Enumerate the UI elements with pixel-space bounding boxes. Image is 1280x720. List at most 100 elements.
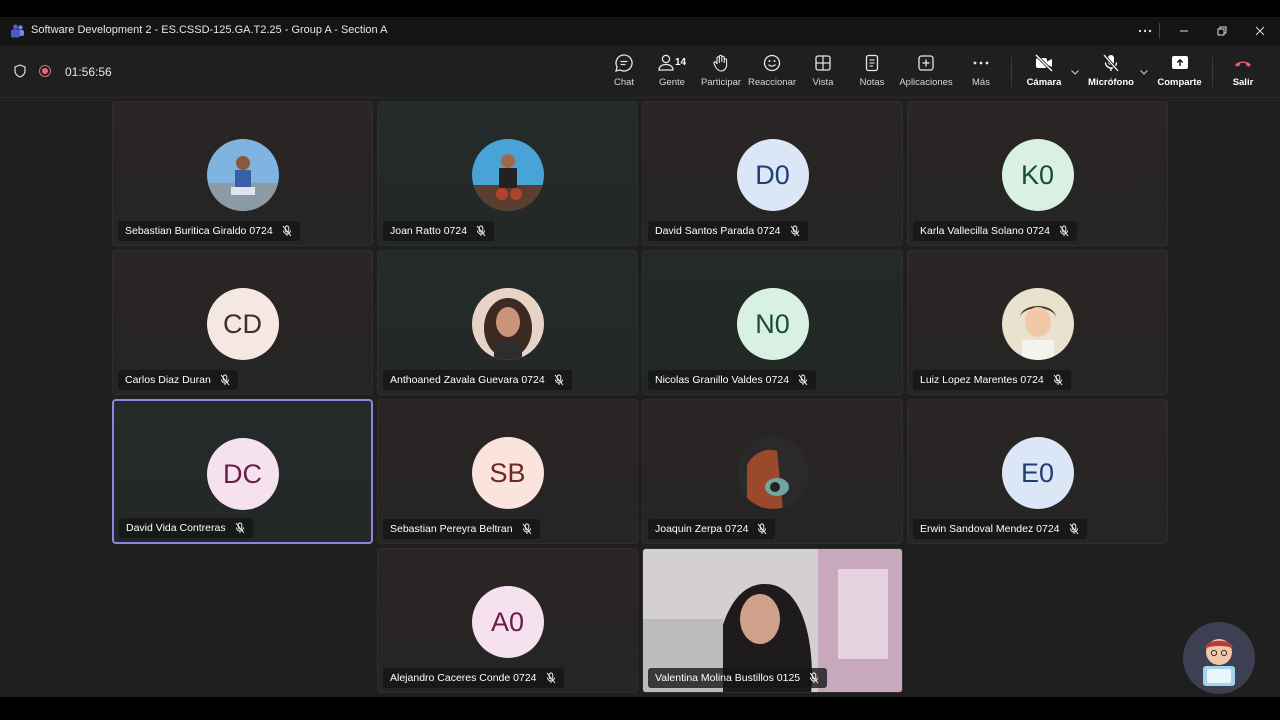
participant-tile[interactable]: Anthoaned Zavala Guevara 0724 (377, 250, 638, 395)
chat-icon (615, 54, 633, 72)
participant-name: Sebastian Buritica Giraldo 0724 (125, 225, 273, 237)
participant-name: Carlos Diaz Duran (125, 374, 211, 386)
add-app-icon (918, 55, 934, 71)
participant-name-tag: Luiz Lopez Marentes 0724 (913, 370, 1071, 390)
window-title: Software Development 2 - ES.CSSD-125.GA.… (31, 24, 388, 36)
participant-name-tag: Joaquin Zerpa 0724 (648, 519, 776, 539)
participant-avatar (736, 437, 809, 509)
chat-button[interactable]: Chat (609, 53, 639, 93)
participant-tile[interactable]: DC David Vida Contreras (112, 399, 373, 544)
participant-name-tag: Erwin Sandoval Mendez 0724 (913, 519, 1087, 539)
leave-label: Salir (1232, 77, 1254, 88)
participant-avatar (471, 288, 544, 360)
participant-name-tag: Anthoaned Zavala Guevara 0724 (383, 370, 572, 390)
share-screen-icon (1171, 56, 1188, 69)
teams-icon (11, 24, 24, 38)
participant-name-tag: David Vida Contreras (119, 518, 253, 538)
titlebar-divider (1159, 23, 1160, 39)
participant-name: Joaquin Zerpa 0724 (655, 523, 749, 535)
participant-tile[interactable]: CD Carlos Diaz Duran (112, 250, 373, 395)
meeting-toolbar: 01:56:56 Chat 14 Gente Participar Reacci… (0, 45, 1280, 98)
participant-name: Erwin Sandoval Mendez 0724 (920, 523, 1060, 535)
mic-label: Micrófono (1088, 77, 1134, 88)
toolbar-divider (1011, 57, 1012, 87)
raise-hand-button[interactable]: Participar (700, 53, 742, 93)
screen-top-border (0, 0, 1280, 17)
mic-muted-icon (798, 374, 808, 386)
view-label: Vista (812, 77, 834, 88)
share-button[interactable]: Comparte (1157, 53, 1202, 93)
mic-muted-icon (282, 225, 292, 237)
shield-icon (14, 64, 26, 78)
grid-icon (815, 55, 831, 71)
self-view-avatar[interactable] (1183, 622, 1255, 694)
apps-label: Aplicaciones (899, 77, 953, 88)
screen-bottom-border (0, 697, 1280, 720)
participant-avatar: A0 (471, 586, 544, 658)
participant-name-tag: Carlos Diaz Duran (118, 370, 238, 390)
close-icon[interactable] (1245, 21, 1275, 41)
hang-up-icon (1235, 61, 1251, 67)
restore-icon[interactable] (1207, 21, 1237, 41)
camera-button[interactable]: Cámara (1026, 53, 1062, 93)
participant-tile[interactable]: Luiz Lopez Marentes 0724 (907, 250, 1168, 395)
participant-tile[interactable]: Valentina Molina Bustillos 0125 (642, 548, 903, 693)
participant-name-tag: Nicolas Granillo Valdes 0724 (648, 370, 817, 390)
participant-tile[interactable]: N0 Nicolas Granillo Valdes 0724 (642, 250, 903, 395)
camera-options-chevron-icon[interactable] (1070, 67, 1080, 77)
share-label: Comparte (1157, 77, 1202, 88)
people-button[interactable]: 14 Gente (654, 53, 690, 93)
mic-muted-icon (522, 523, 531, 535)
mic-muted-icon (546, 672, 555, 684)
more-label: Más (972, 77, 990, 88)
mic-muted-icon (758, 523, 767, 535)
chat-label: Chat (613, 77, 635, 88)
minimize-icon[interactable] (1169, 21, 1199, 41)
participant-name-tag: Karla Vallecilla Solano 0724 (913, 221, 1077, 241)
participant-avatar: DC (206, 438, 279, 510)
more-button[interactable]: Más (966, 53, 996, 93)
participant-tile[interactable]: Sebastian Buritica Giraldo 0724 (112, 101, 373, 246)
notes-button[interactable]: Notas (857, 53, 887, 93)
participant-name: Valentina Molina Bustillos 0125 (655, 672, 801, 684)
participant-avatar: K0 (1001, 139, 1074, 211)
ellipsis-icon (973, 61, 989, 65)
mic-off-icon (1102, 54, 1120, 72)
mic-muted-icon (554, 374, 564, 386)
participant-name-tag: Sebastian Pereyra Beltran (383, 519, 540, 539)
participant-avatar (471, 139, 544, 211)
recording-icon (39, 65, 51, 77)
people-count: 14 (675, 57, 687, 68)
mic-muted-icon (1053, 374, 1063, 386)
participant-tile[interactable]: Joan Ratto 0724 (377, 101, 638, 246)
participant-avatar (1001, 288, 1074, 360)
participant-tile[interactable]: E0 Erwin Sandoval Mendez 0724 (907, 399, 1168, 544)
participant-name-tag: Alejandro Caceres Conde 0724 (383, 668, 564, 688)
participant-avatar: SB (471, 437, 544, 509)
notes-icon (865, 54, 879, 72)
participant-avatar: N0 (736, 288, 809, 360)
mic-muted-icon (1059, 225, 1069, 237)
view-button[interactable]: Vista (808, 53, 838, 93)
participant-tile[interactable]: K0 Karla Vallecilla Solano 0724 (907, 101, 1168, 246)
mic-options-chevron-icon[interactable] (1139, 67, 1149, 77)
participant-name-tag: David Santos Parada 0724 (648, 221, 808, 241)
apps-button[interactable]: Aplicaciones (899, 53, 953, 93)
participant-name: Sebastian Pereyra Beltran (390, 523, 513, 535)
participant-name: Luiz Lopez Marentes 0724 (920, 374, 1044, 386)
participant-name: Karla Vallecilla Solano 0724 (920, 225, 1050, 237)
people-label: Gente (659, 77, 685, 88)
participant-avatar (206, 139, 279, 211)
mic-muted-icon (790, 225, 799, 237)
participant-name: David Santos Parada 0724 (655, 225, 781, 237)
react-button[interactable]: Reaccionar (748, 53, 796, 93)
participant-tile[interactable]: D0 David Santos Parada 0724 (642, 101, 903, 246)
leave-button[interactable]: Salir (1229, 53, 1257, 93)
participant-name: Anthoaned Zavala Guevara 0724 (390, 374, 545, 386)
mic-button[interactable]: Micrófono (1088, 53, 1134, 93)
more-icon[interactable] (1130, 21, 1160, 41)
participant-tile[interactable]: SB Sebastian Pereyra Beltran (377, 399, 638, 544)
participant-tile[interactable]: Joaquin Zerpa 0724 (642, 399, 903, 544)
raise-hand-label: Participar (700, 77, 742, 88)
participant-tile[interactable]: A0 Alejandro Caceres Conde 0724 (377, 548, 638, 693)
